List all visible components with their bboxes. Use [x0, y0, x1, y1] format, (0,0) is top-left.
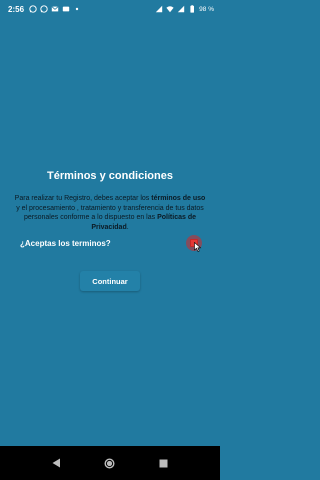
- status-left: 2:56: [8, 5, 81, 14]
- wifi-icon: [166, 5, 174, 13]
- battery-icon: [188, 5, 196, 13]
- terms-text-part1: Para realizar tu Registro, debes aceptar…: [14, 195, 152, 202]
- continue-button[interactable]: Continuar: [80, 271, 140, 291]
- status-time: 2:56: [8, 4, 25, 14]
- whatsapp-icon: [40, 5, 48, 13]
- cursor-icon: [194, 242, 202, 252]
- home-button[interactable]: [104, 457, 116, 469]
- recents-button[interactable]: [157, 457, 169, 469]
- signal-bars-icon: [177, 5, 185, 13]
- accept-terms-row: ¿Aceptas los terminos?: [20, 235, 202, 252]
- navigation-bar: [0, 446, 220, 480]
- terms-of-use-link: términos de uso: [151, 195, 206, 202]
- recents-icon: [159, 459, 168, 468]
- back-button[interactable]: [51, 457, 63, 469]
- terms-text-end: .: [126, 223, 129, 231]
- accept-terms-label: ¿Aceptas los terminos?: [20, 238, 111, 248]
- signal-icon: [155, 5, 163, 13]
- status-right: 98 %: [155, 5, 214, 13]
- home-icon: [104, 457, 115, 469]
- whatsapp-icon: [29, 5, 37, 13]
- tv-icon: [62, 5, 70, 13]
- battery-percentage: 98 %: [199, 5, 214, 13]
- status-bar: 2:56 98 %: [0, 0, 220, 18]
- page-title: Términos y condiciones: [47, 170, 173, 182]
- notification-dot-icon: [73, 5, 81, 13]
- terms-description: Para realizar tu Registro, debes aceptar…: [14, 194, 206, 232]
- accept-terms-checkbox[interactable]: [186, 235, 202, 252]
- gmail-icon: [51, 5, 59, 13]
- back-icon: [52, 458, 61, 468]
